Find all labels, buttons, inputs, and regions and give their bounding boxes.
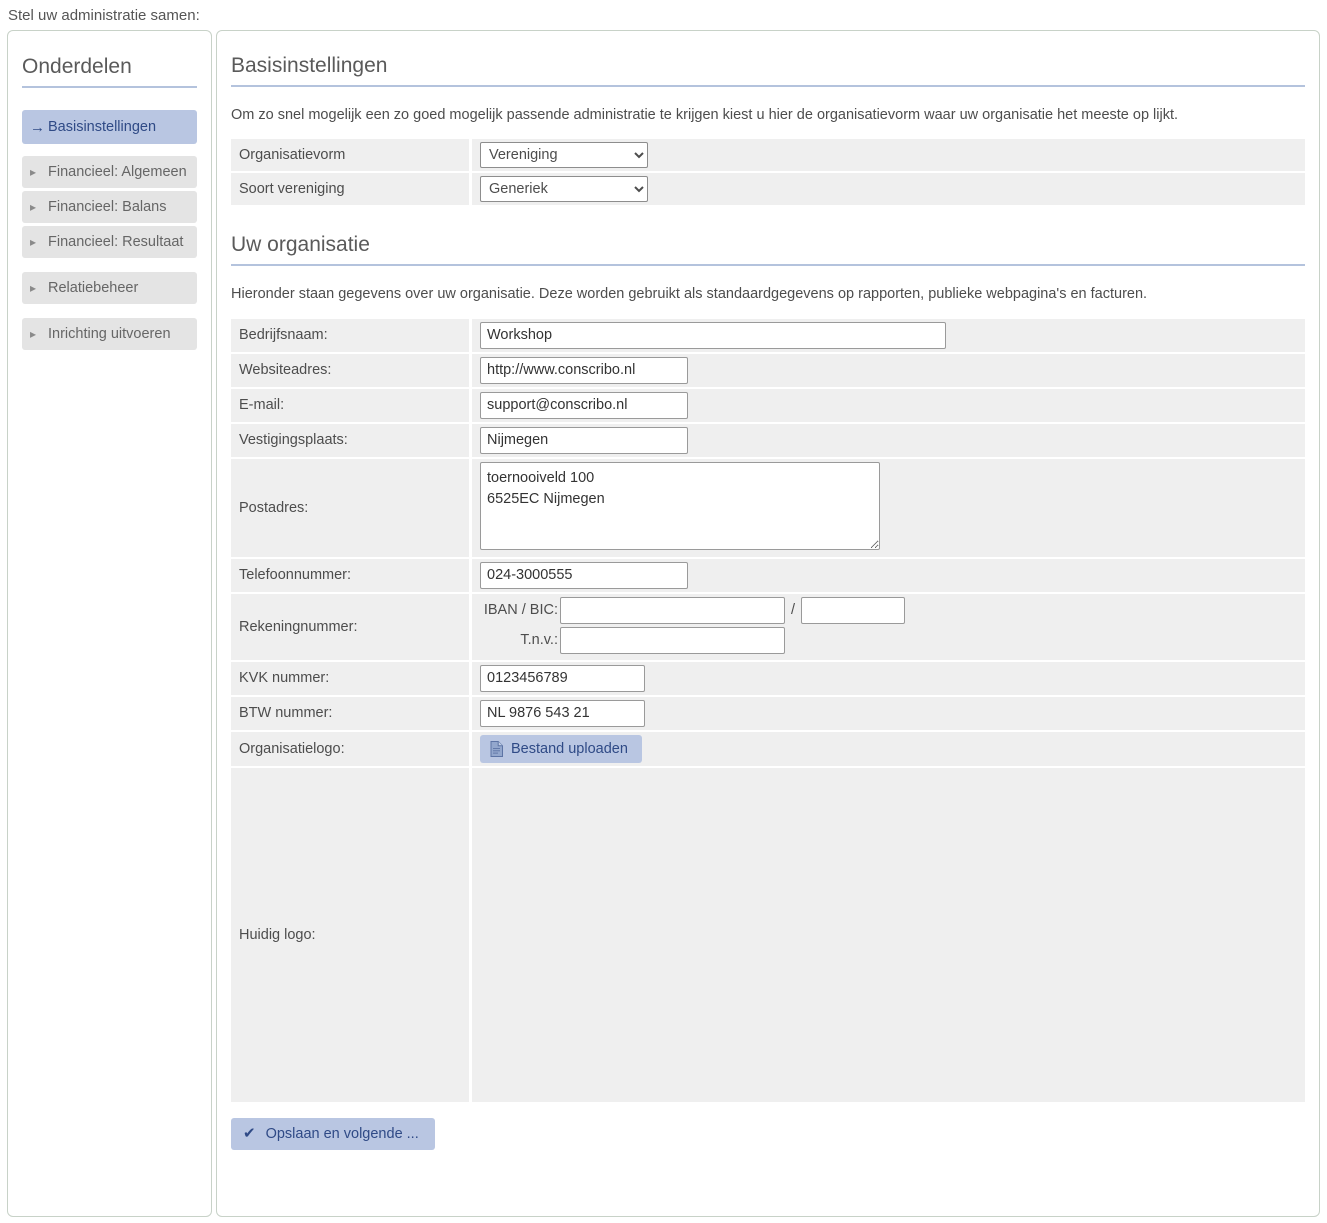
table-row: E-mail: <box>231 388 1305 422</box>
opslaan-en-volgende-button[interactable]: ✔ Opslaan en volgende ... <box>231 1117 435 1150</box>
btw-nummer-cell <box>469 696 1305 730</box>
soort-vereniging-label: Soort vereniging <box>231 173 469 206</box>
sidebar-item-label: Financieel: Algemeen <box>48 164 187 180</box>
huidig-logo-label: Huidig logo: <box>231 767 469 1102</box>
websiteadres-label: Websiteadres: <box>231 353 469 387</box>
telefoonnummer-cell <box>469 558 1305 592</box>
opslaan-en-volgende-label: Opslaan en volgende ... <box>265 1125 419 1142</box>
table-row: Soort vereniging Generiek <box>231 173 1305 206</box>
email-input[interactable] <box>480 391 688 419</box>
table-row: Organisatievorm Vereniging <box>231 139 1305 172</box>
postadres-textarea[interactable]: toernooiveld 100 6525EC Nijmegen <box>480 461 880 550</box>
bestand-uploaden-button[interactable]: Bestand uploaden <box>480 734 642 763</box>
rekeningnummer-label: Rekeningnummer: <box>231 593 469 660</box>
sidebar-item-financieel-algemeen[interactable]: ▸ Financieel: Algemeen <box>22 156 197 188</box>
sidebar-item-basisinstellingen[interactable]: → Basisinstellingen <box>22 110 197 144</box>
triangle-right-icon: ▸ <box>30 165 37 179</box>
iban-bic-row: IBAN / BIC: / <box>480 596 1297 624</box>
organisatievorm-label: Organisatievorm <box>231 139 469 172</box>
sidebar-item-financieel-balans[interactable]: ▸ Financieel: Balans <box>22 191 197 223</box>
email-cell <box>469 388 1305 422</box>
basisinstellingen-heading: Basisinstellingen <box>231 54 1305 87</box>
check-icon: ✔ <box>243 1125 256 1143</box>
vestigingsplaats-cell <box>469 423 1305 457</box>
sidebar-panel: Onderdelen → Basisinstellingen ▸ Financi… <box>7 30 212 1217</box>
postadres-label: Postadres: <box>231 458 469 557</box>
document-icon <box>490 740 503 757</box>
organisatievorm-cell: Vereniging <box>469 139 1305 172</box>
telefoonnummer-input[interactable] <box>480 561 688 589</box>
table-row: Websiteadres: <box>231 353 1305 387</box>
organisatielogo-label: Organisatielogo: <box>231 731 469 766</box>
table-row: KVK nummer: <box>231 661 1305 695</box>
basisinstellingen-description: Om zo snel mogelijk een zo goed mogelijk… <box>231 107 1179 123</box>
sidebar-item-financieel-resultaat[interactable]: ▸ Financieel: Resultaat <box>22 226 197 258</box>
organisatielogo-cell: Bestand uploaden <box>469 731 1305 766</box>
table-row: Vestigingsplaats: <box>231 423 1305 457</box>
table-row: BTW nummer: <box>231 696 1305 730</box>
page-intro: Stel uw administratie samen: <box>8 7 200 24</box>
btw-nummer-label: BTW nummer: <box>231 696 469 730</box>
table-row: Bedrijfsnaam: <box>231 318 1305 352</box>
sidebar-item-label: Relatiebeheer <box>48 280 139 296</box>
websiteadres-cell <box>469 353 1305 387</box>
sidebar-item-relatiebeheer[interactable]: ▸ Relatiebeheer <box>22 272 197 304</box>
huidig-logo-cell <box>469 767 1305 1102</box>
arrow-right-icon: → <box>30 118 45 136</box>
slash-separator: / <box>791 602 796 619</box>
sidebar-item-inrichting-uitvoeren[interactable]: ▸ Inrichting uitvoeren <box>22 318 197 350</box>
vestigingsplaats-input[interactable] <box>480 426 688 454</box>
kvk-nummer-label: KVK nummer: <box>231 661 469 695</box>
iban-input[interactable] <box>560 596 785 624</box>
uw-organisatie-description: Hieronder staan gegevens over uw organis… <box>231 286 1148 303</box>
postadres-cell: toernooiveld 100 6525EC Nijmegen <box>469 458 1305 557</box>
vestigingsplaats-label: Vestigingsplaats: <box>231 423 469 457</box>
table-row: Organisatielogo: Bestand uploaden <box>231 731 1305 766</box>
triangle-right-icon: ▸ <box>30 281 37 295</box>
sidebar-item-label: Inrichting uitvoeren <box>48 326 171 342</box>
bedrijfsnaam-input[interactable] <box>480 321 946 349</box>
kvk-nummer-cell <box>469 661 1305 695</box>
websiteadres-input[interactable] <box>480 356 688 384</box>
telefoonnummer-label: Telefoonnummer: <box>231 558 469 592</box>
sidebar-item-label: Financieel: Balans <box>48 199 167 215</box>
basisinstellingen-table: Organisatievorm Vereniging Soort verenig… <box>231 137 1305 207</box>
organisatievorm-select[interactable]: Vereniging <box>480 142 648 169</box>
sidebar-item-label: Basisinstellingen <box>48 119 157 135</box>
sidebar-title-wrap: Onderdelen <box>22 55 197 88</box>
sidebar-item-label: Financieel: Resultaat <box>48 234 184 250</box>
kvk-nummer-input[interactable] <box>480 664 645 692</box>
table-row: Postadres: toernooiveld 100 6525EC Nijme… <box>231 458 1305 557</box>
sidebar-title: Onderdelen <box>22 55 197 88</box>
bestand-uploaden-label: Bestand uploaden <box>511 740 628 757</box>
btw-nummer-input[interactable] <box>480 699 645 727</box>
tnv-row: T.n.v.: <box>480 626 1297 654</box>
triangle-right-icon: ▸ <box>30 200 37 214</box>
triangle-right-icon: ▸ <box>30 235 37 249</box>
tnv-input[interactable] <box>560 626 785 654</box>
iban-bic-label: IBAN / BIC: <box>483 602 558 619</box>
tnv-label: T.n.v.: <box>520 632 558 649</box>
bedrijfsnaam-cell <box>469 318 1305 352</box>
rekeningnummer-cell: IBAN / BIC: / T.n.v.: <box>469 593 1305 660</box>
triangle-right-icon: ▸ <box>30 327 37 341</box>
content-panel: Basisinstellingen Om zo snel mogelijk ee… <box>216 30 1320 1217</box>
soort-vereniging-select[interactable]: Generiek <box>480 176 648 203</box>
table-row: Telefoonnummer: <box>231 558 1305 592</box>
bedrijfsnaam-label: Bedrijfsnaam: <box>231 318 469 352</box>
email-label: E-mail: <box>231 388 469 422</box>
table-row: Huidig logo: <box>231 767 1305 1102</box>
bic-input[interactable] <box>801 596 906 624</box>
uw-organisatie-heading: Uw organisatie <box>231 233 1305 267</box>
organisatie-table: Bedrijfsnaam: Websiteadres: E-mail: Vest… <box>231 317 1305 1104</box>
soort-vereniging-cell: Generiek <box>469 173 1305 206</box>
table-row: Rekeningnummer: IBAN / BIC: / T.n.v.: <box>231 593 1305 660</box>
